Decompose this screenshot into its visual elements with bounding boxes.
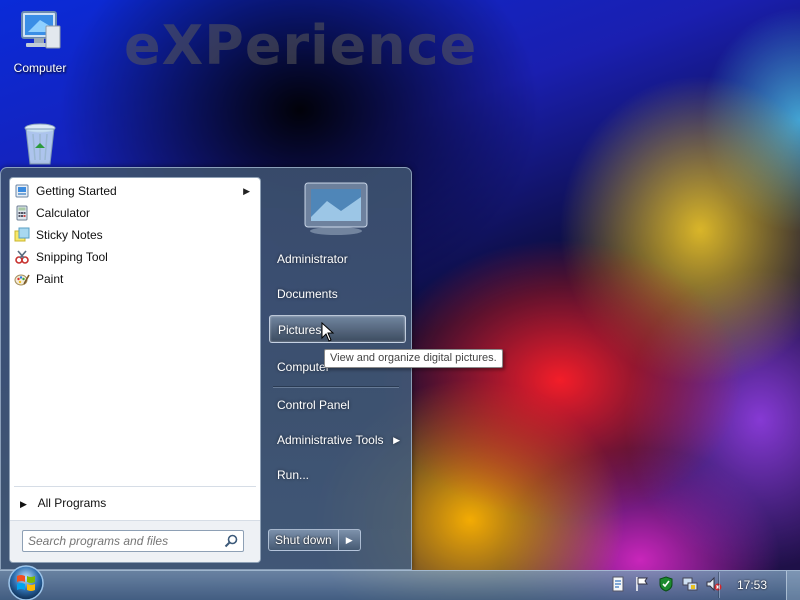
action-center-icon[interactable] xyxy=(610,576,626,592)
calculator-icon xyxy=(16,205,28,221)
start-item-label: Administrator xyxy=(277,252,348,266)
notification-area xyxy=(610,576,722,592)
start-item-label: Documents xyxy=(277,287,338,301)
expand-arrow-icon: ▶ xyxy=(20,499,27,509)
pictures-tooltip: View and organize digital pictures. xyxy=(324,349,503,368)
tray-divider xyxy=(718,572,720,598)
program-item-paint[interactable]: Paint xyxy=(10,268,260,290)
search-icon[interactable] xyxy=(224,534,238,548)
recycle-bin-icon xyxy=(24,123,56,165)
shutdown-group: Shut down ▶ xyxy=(268,529,361,551)
start-item-control-panel[interactable]: Control Panel xyxy=(269,391,406,419)
chevron-right-icon: ▶ xyxy=(345,535,353,545)
snipping-tool-icon xyxy=(15,250,29,264)
desktop-watermark: eXPerience xyxy=(124,14,478,77)
start-item-label: Pictures xyxy=(278,323,322,337)
program-item-label: Getting Started xyxy=(36,184,117,198)
shutdown-options-button[interactable]: ▶ xyxy=(338,529,361,551)
start-item-label: Computer xyxy=(277,360,330,374)
program-item-label: Calculator xyxy=(36,206,91,220)
shutdown-button[interactable]: Shut down xyxy=(268,529,339,551)
network-icon[interactable] xyxy=(682,576,698,592)
show-desktop-button[interactable] xyxy=(786,571,800,600)
start-item-label: Administrative Tools xyxy=(277,433,384,447)
search-area xyxy=(10,520,260,562)
desktop-icon-recycle-bin[interactable] xyxy=(2,120,78,173)
search-input[interactable] xyxy=(23,531,213,551)
program-item-getting-started[interactable]: Getting Started ▶ xyxy=(10,180,260,202)
mouse-cursor-icon xyxy=(321,322,335,342)
start-item-administrative-tools[interactable]: Administrative Tools ▶ xyxy=(269,426,406,454)
desktop-icon-computer[interactable]: Computer xyxy=(2,8,78,75)
search-box[interactable] xyxy=(22,530,244,552)
all-programs-divider xyxy=(14,486,256,487)
program-item-label: Sticky Notes xyxy=(36,228,103,242)
start-item-documents[interactable]: Documents xyxy=(269,280,406,308)
pinned-programs-list: Getting Started ▶ Calculator Sticky Note… xyxy=(10,178,260,290)
program-item-snipping-tool[interactable]: Snipping Tool xyxy=(10,246,260,268)
submenu-arrow-icon: ▶ xyxy=(393,435,400,445)
program-item-label: Paint xyxy=(36,272,64,286)
computer-icon xyxy=(21,11,61,49)
desktop-icon-computer-label: Computer xyxy=(13,61,67,75)
flag-icon[interactable] xyxy=(634,576,650,592)
program-item-label: Snipping Tool xyxy=(36,250,108,264)
paint-icon xyxy=(14,274,30,286)
start-menu-programs-pane: Getting Started ▶ Calculator Sticky Note… xyxy=(9,177,261,563)
program-item-sticky-notes[interactable]: Sticky Notes xyxy=(10,224,260,246)
getting-started-icon xyxy=(15,184,29,198)
all-programs-label: All Programs xyxy=(37,496,107,510)
program-item-calculator[interactable]: Calculator xyxy=(10,202,260,224)
start-item-label: Control Panel xyxy=(277,398,350,412)
start-item-administrator[interactable]: Administrator xyxy=(269,245,406,273)
start-button[interactable] xyxy=(6,563,46,600)
start-menu: Getting Started ▶ Calculator Sticky Note… xyxy=(0,167,412,570)
submenu-arrow-icon: ▶ xyxy=(243,186,250,196)
security-shield-icon[interactable] xyxy=(658,576,674,592)
all-programs-button[interactable]: ▶ All Programs xyxy=(20,492,106,514)
start-item-run[interactable]: Run... xyxy=(269,461,406,489)
sticky-notes-icon xyxy=(14,227,30,242)
start-item-label: Run... xyxy=(277,468,310,482)
start-item-pictures[interactable]: Pictures xyxy=(269,315,406,343)
right-pane-divider xyxy=(273,386,399,388)
user-picture-icon[interactable] xyxy=(303,181,369,237)
taskbar-clock[interactable]: 17:53 xyxy=(722,570,782,600)
